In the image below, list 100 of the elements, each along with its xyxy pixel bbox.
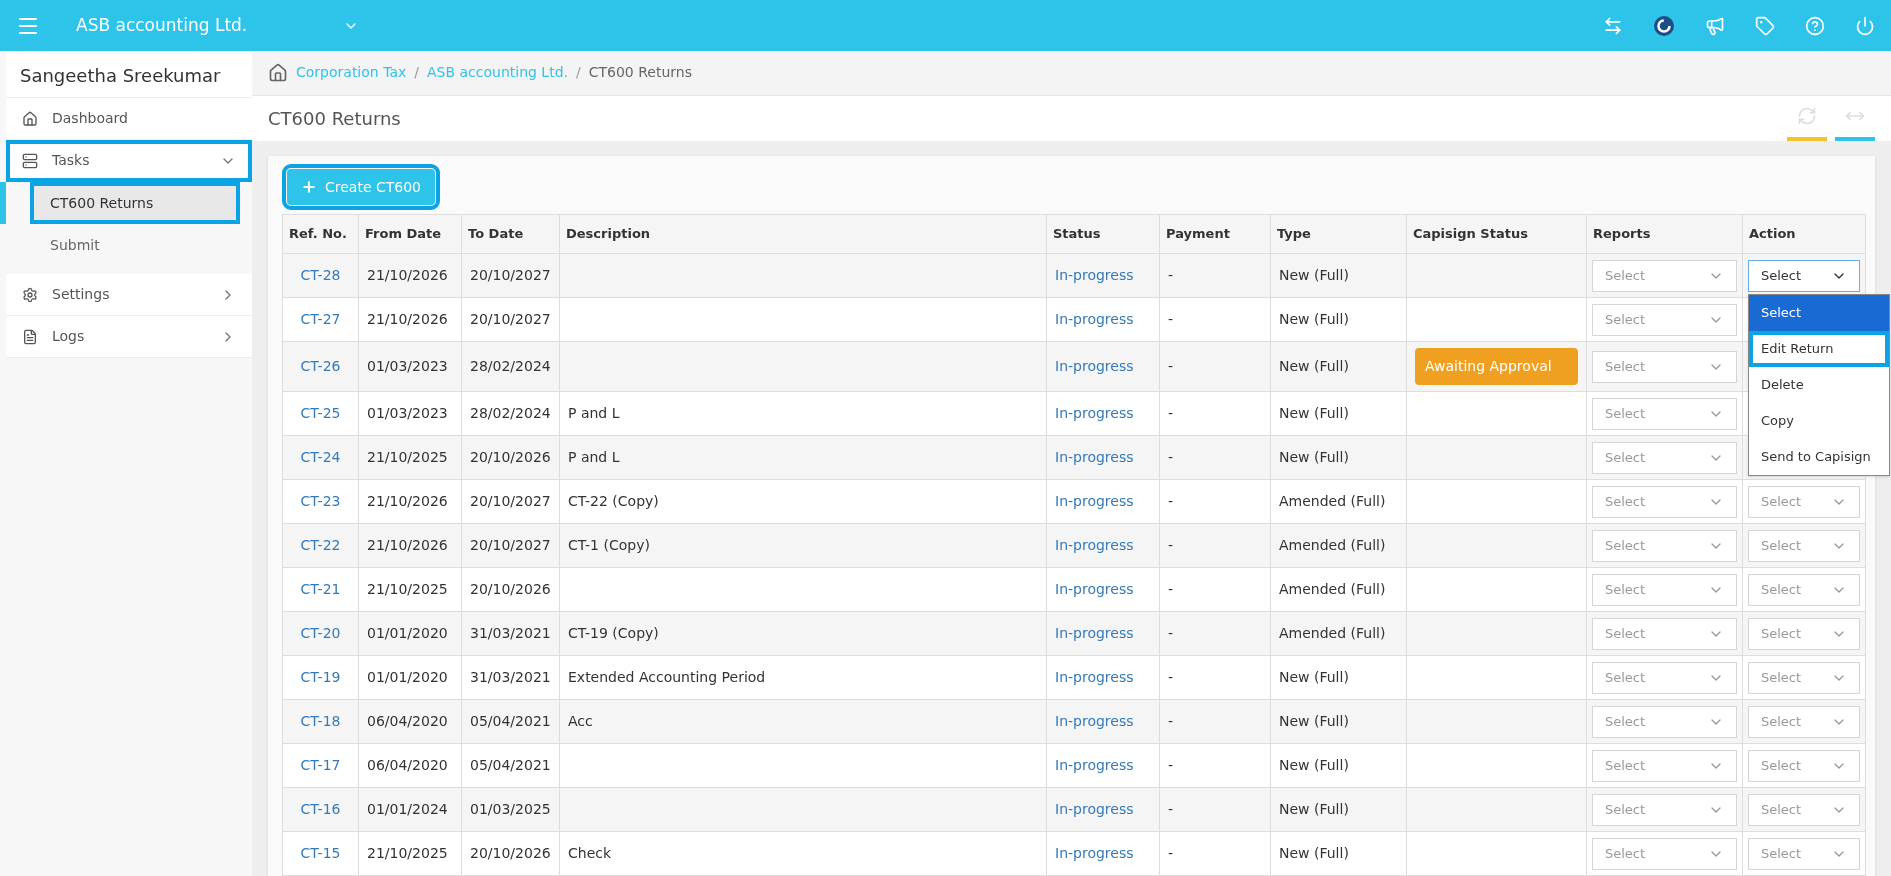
select-field[interactable]: Select [1592, 485, 1737, 518]
submenu-item[interactable]: CT600 Returns [30, 182, 240, 224]
table-cell: 01/03/2023 [358, 391, 462, 436]
help-icon[interactable] [1805, 15, 1825, 36]
home-icon [22, 110, 38, 127]
table-cell: Check [559, 831, 1047, 876]
table-cell: 21/10/2025 [358, 435, 462, 480]
home-icon[interactable] [268, 62, 288, 83]
dropdown-option[interactable]: Delete [1749, 367, 1889, 403]
reference-link[interactable]: CT-22 [300, 537, 341, 553]
select-field[interactable]: Select [1592, 350, 1737, 383]
table-cell: 20/10/2026 [461, 831, 560, 876]
megaphone-icon[interactable] [1705, 15, 1725, 36]
select-field[interactable]: Select [1592, 573, 1737, 606]
sidebar-item[interactable]: Tasks [6, 140, 252, 182]
table-cell: 20/10/2027 [461, 297, 560, 342]
table-cell: P and L [559, 391, 1047, 436]
select-field[interactable]: Select [1592, 259, 1737, 292]
select-field[interactable]: Select [1748, 793, 1860, 826]
select-field[interactable]: Select [1592, 749, 1737, 782]
reference-link[interactable]: CT-27 [300, 311, 341, 327]
power-icon[interactable] [1855, 15, 1875, 36]
table-cell: - [1159, 523, 1271, 568]
plus-icon [301, 179, 317, 195]
dropdown-option[interactable]: Send to Capisign [1749, 439, 1889, 475]
reference-link[interactable]: CT-15 [300, 845, 341, 861]
table-cell: New (Full) [1270, 341, 1407, 392]
table-cell: - [1159, 391, 1271, 436]
select-field[interactable]: Select [1748, 749, 1860, 782]
sidebar-label: Tasks [52, 151, 90, 170]
table-cell: 01/03/2025 [461, 787, 560, 832]
breadcrumb-current: CT600 Returns [588, 63, 692, 83]
table-cell: New (Full) [1270, 787, 1407, 832]
table-cell: - [1159, 253, 1271, 298]
reference-link[interactable]: CT-28 [300, 267, 341, 283]
reference-link[interactable]: CT-24 [300, 449, 341, 465]
select-field[interactable]: Select [1748, 573, 1860, 606]
table-cell: New (Full) [1270, 743, 1407, 788]
table-cell: 21/10/2025 [358, 831, 462, 876]
table-cell: Amended (Full) [1270, 567, 1407, 612]
select-field[interactable]: Select [1748, 617, 1860, 650]
reference-link[interactable]: CT-21 [300, 581, 341, 597]
select-field[interactable]: Select [1748, 837, 1860, 870]
column-header: Reports [1586, 214, 1743, 254]
column-header: To Date [461, 214, 560, 254]
tag-icon[interactable] [1755, 15, 1775, 36]
column-header: Action [1742, 214, 1866, 254]
column-header: Description [559, 214, 1047, 254]
table-cell: P and L [559, 435, 1047, 480]
select-field[interactable]: Select [1592, 441, 1737, 474]
column-header: Capisign Status [1406, 214, 1587, 254]
dropdown-option[interactable]: Copy [1749, 403, 1889, 439]
table-cell: New (Full) [1270, 655, 1407, 700]
select-field[interactable]: Select [1592, 397, 1737, 430]
select-field[interactable]: Select [1748, 705, 1860, 738]
table-cell: CT-1 (Copy) [559, 523, 1047, 568]
reference-link[interactable]: CT-18 [300, 713, 341, 729]
reference-link[interactable]: CT-26 [300, 358, 341, 374]
table-cell: 05/04/2021 [461, 743, 560, 788]
select-field[interactable]: Select [1592, 617, 1737, 650]
table-cell: 06/04/2020 [358, 699, 462, 744]
select-field[interactable]: Select [1592, 837, 1737, 870]
table-cell: 28/02/2024 [461, 341, 560, 392]
reference-link[interactable]: CT-20 [300, 625, 341, 641]
reference-link[interactable]: CT-16 [300, 801, 341, 817]
column-header: Ref. No. [282, 214, 359, 254]
reference-link[interactable]: CT-23 [300, 493, 341, 509]
table-cell: 31/03/2021 [461, 655, 560, 700]
table-cell: - [1159, 743, 1271, 788]
submenu-item[interactable]: Submit [30, 224, 240, 266]
select-field[interactable]: Select [1592, 529, 1737, 562]
table-cell: New (Full) [1270, 391, 1407, 436]
sidebar-label: Settings [52, 285, 110, 304]
table-cell: 01/01/2024 [358, 787, 462, 832]
table-cell: Acc [559, 699, 1047, 744]
circle-logo-icon[interactable] [1653, 14, 1675, 37]
swap-icon[interactable] [1603, 15, 1623, 36]
sidebar-label: Dashboard [52, 109, 128, 128]
table-cell: 06/04/2020 [358, 743, 462, 788]
select-field[interactable]: Select [1592, 705, 1737, 738]
select-field[interactable]: Select [1748, 529, 1860, 562]
table-cell: - [1159, 435, 1271, 480]
table-cell: Extended Accounting Period [559, 655, 1047, 700]
select-field[interactable]: Select [1592, 661, 1737, 694]
select-field[interactable]: Select [1592, 793, 1737, 826]
dropdown-option[interactable]: Select [1749, 295, 1889, 331]
table-cell: 05/04/2021 [461, 699, 560, 744]
breadcrumb-separator: / [414, 63, 419, 83]
reference-link[interactable]: CT-19 [300, 669, 341, 685]
select-field[interactable]: Select [1748, 661, 1860, 694]
table-cell: - [1159, 831, 1271, 876]
select-field[interactable]: Select [1592, 303, 1737, 336]
breadcrumb-separator: / [576, 63, 581, 83]
sidebar-label: Logs [52, 327, 85, 346]
reference-link[interactable]: CT-17 [300, 757, 341, 773]
table-cell: - [1159, 787, 1271, 832]
table-cell: CT-19 (Copy) [559, 611, 1047, 656]
reference-link[interactable]: CT-25 [300, 405, 341, 421]
select-field[interactable]: Select [1748, 259, 1860, 292]
select-field[interactable]: Select [1748, 485, 1860, 518]
